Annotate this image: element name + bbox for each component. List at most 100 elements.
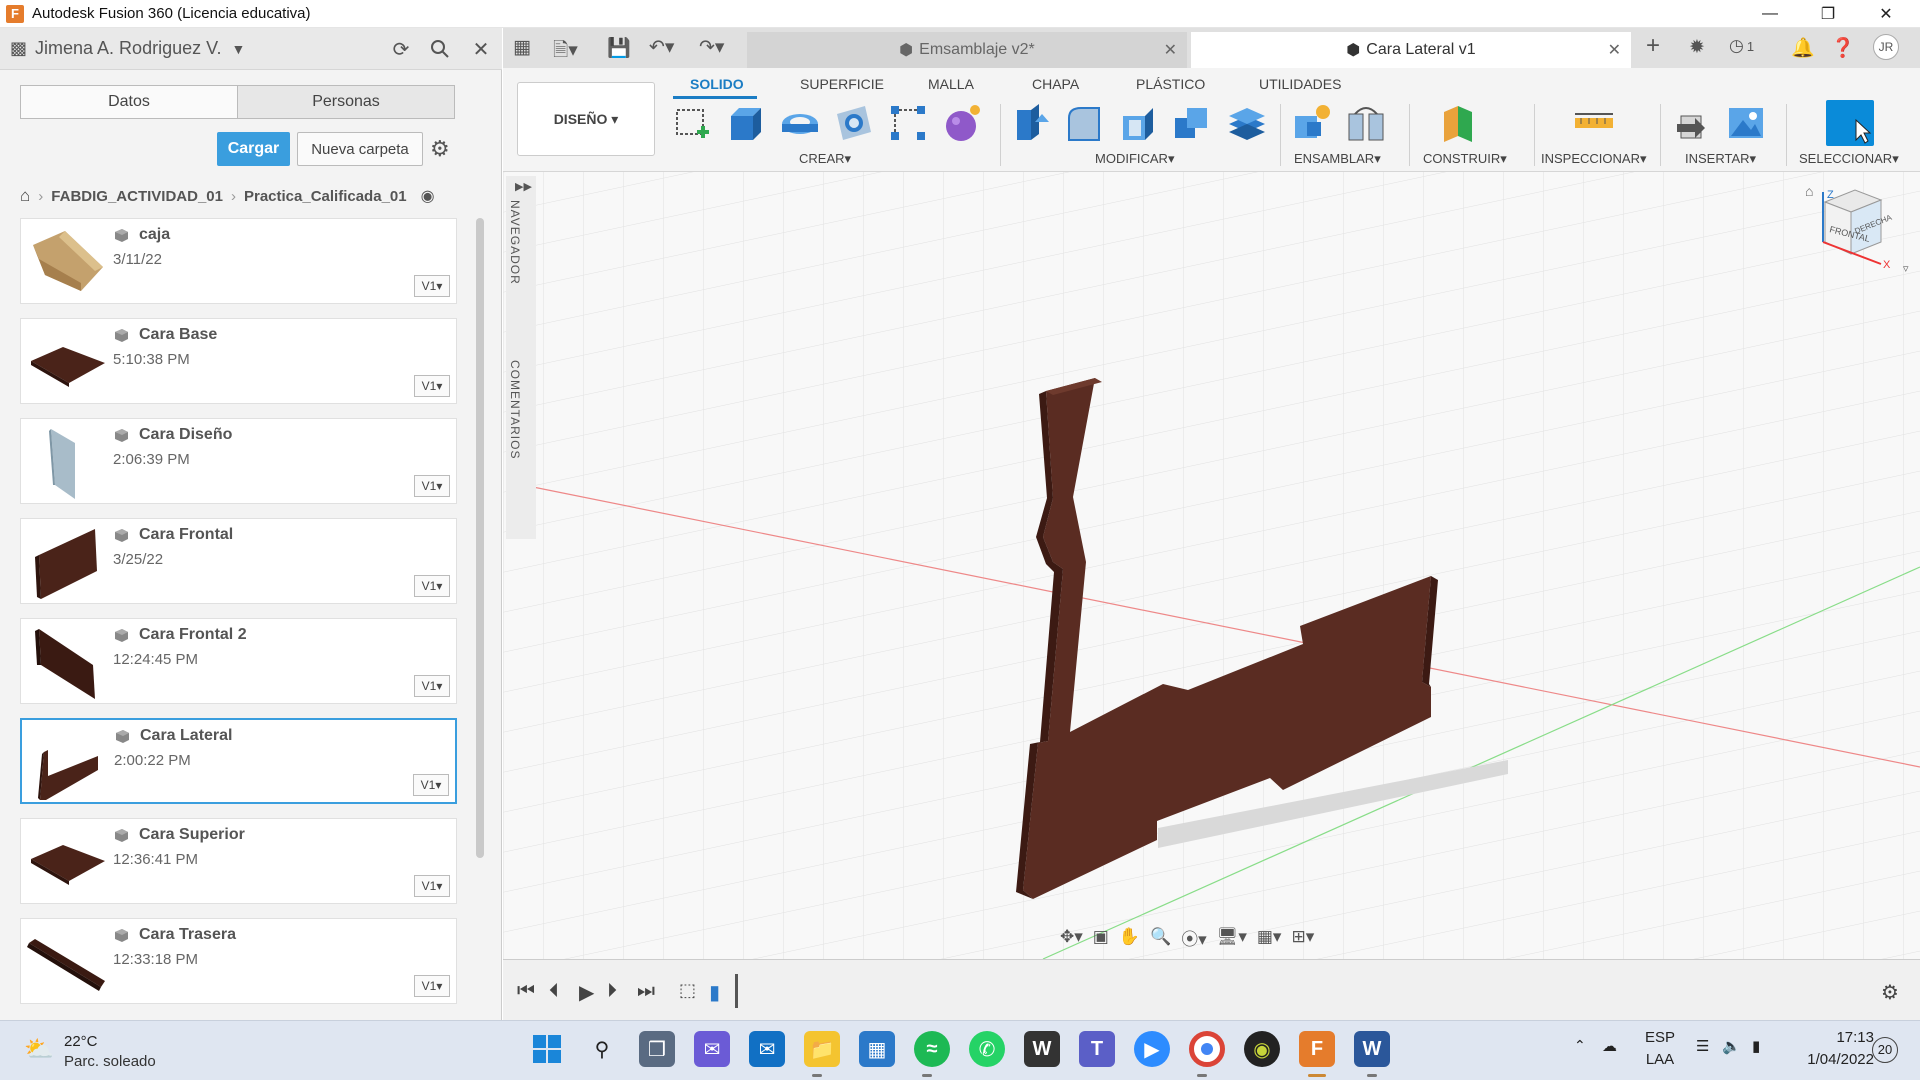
pan-icon[interactable]: ✋ [1119,927,1140,947]
file-card-caja[interactable]: caja 3/11/22 V1 ▾ [20,218,457,304]
share-globe-icon[interactable]: ◉ [421,186,435,206]
new-tab-icon[interactable]: + [1646,32,1660,60]
tab-plastico[interactable]: PLÁSTICO [1136,76,1205,92]
close-window-button[interactable]: ✕ [1858,0,1914,28]
home-view-icon[interactable]: ⌂ [1805,183,1813,199]
undo-icon[interactable]: ↶▾ [649,36,674,59]
go-to-end-icon[interactable]: ⏭ [637,980,655,1003]
whatsapp-icon[interactable]: ✆ [969,1031,1005,1067]
select-tool-button[interactable] [1826,100,1874,146]
save-icon[interactable]: 💾 [607,36,631,60]
file-card-cara-frontal-2[interactable]: Cara Frontal 2 12:24:45 PM V1 ▾ [20,618,457,704]
tab-emsamblaje[interactable]: ⬢ Emsamblaje v2* ✕ [747,32,1187,68]
timeline-marker[interactable] [735,974,738,1008]
offset-plane-icon[interactable] [1438,102,1480,144]
timeline-sketch-icon[interactable]: ⬚ [679,980,696,1001]
group-modificar[interactable]: MODIFICAR▾ [1095,151,1174,167]
clock-time[interactable]: 17:13 [1790,1029,1874,1046]
weather-icon[interactable]: ⛅ [24,1035,54,1064]
breadcrumb-project[interactable]: FABDIG_ACTIVIDAD_01 [51,188,223,205]
file-menu-icon[interactable]: 🗎▾ [553,36,578,68]
teams-icon[interactable]: T [1079,1031,1115,1067]
close-icon[interactable]: ✕ [468,36,494,62]
fusion-360-taskbar-icon[interactable]: F [1299,1031,1335,1067]
notification-count-badge[interactable]: 20 [1872,1037,1898,1063]
tab-malla[interactable]: MALLA [928,76,974,92]
input-language-sub[interactable]: LAA [1640,1051,1680,1068]
look-at-icon[interactable]: ▣ [1093,927,1109,947]
create-sketch-icon[interactable] [671,102,713,144]
redo-icon[interactable]: ↷▾ [699,36,724,59]
file-card-cara-frontal[interactable]: Cara Frontal 3/25/22 V1 ▾ [20,518,457,604]
fillet-icon[interactable] [1063,102,1105,144]
joint-icon[interactable] [1345,102,1387,144]
file-card-cara-lateral[interactable]: Cara Lateral 2:00:22 PM V1 ▾ [20,718,457,804]
job-status-icon[interactable]: ◷ 1 [1729,36,1754,56]
new-component-icon[interactable] [1291,102,1333,144]
restore-button[interactable]: ❐ [1800,0,1856,28]
notifications-icon[interactable]: 🔔 [1791,36,1815,60]
display-settings-icon[interactable]: 🖥▾ [1217,927,1247,947]
file-card-cara-base[interactable]: Cara Base 5:10:38 PM V1 ▾ [20,318,457,404]
go-to-start-icon[interactable]: ⏮ [517,980,535,1003]
battery-icon[interactable]: ▮ [1752,1037,1760,1055]
gear-icon[interactable]: ⚙ [430,136,450,162]
team-icon[interactable]: ▩ [10,38,27,59]
group-inspeccionar[interactable]: INSPECCIONAR▾ [1541,151,1647,167]
clock-date[interactable]: 1/04/2022 [1780,1051,1874,1068]
file-card-cara-trasera[interactable]: Cara Trasera 12:33:18 PM V1 ▾ [20,918,457,1004]
file-card-cara-superior[interactable]: Cara Superior 12:36:41 PM V1 ▾ [20,818,457,904]
version-dropdown[interactable]: V1 ▾ [414,475,450,497]
hole-icon[interactable] [833,102,875,144]
zoom-icon[interactable]: 🔍 [1150,927,1171,947]
model-canvas[interactable] [503,172,1920,959]
close-tab-icon[interactable]: ✕ [1164,40,1177,60]
group-construir[interactable]: CONSTRUIR▾ [1423,151,1507,167]
press-pull-icon[interactable] [1009,102,1051,144]
form-icon[interactable] [941,102,983,144]
refresh-icon[interactable]: ⟳ [388,36,414,62]
chat-icon[interactable]: ✉ [694,1031,730,1067]
input-language[interactable]: ESP [1640,1029,1680,1046]
version-dropdown[interactable]: V1 ▾ [414,675,450,697]
mail-icon[interactable]: ✉ [749,1031,785,1067]
side-browser-strip[interactable]: ▶▶ NAVEGADOR COMENTARIOS [506,176,536,539]
close-tab-icon[interactable]: ✕ [1608,40,1621,60]
3d-viewport[interactable]: FRONTAL DERECHA X Z ⌂ ▿ ✥▾ ▣ ✋ 🔍 ⦿▾ 🖥▾ ▦… [503,172,1920,959]
wifi-icon[interactable]: ☰ [1696,1037,1709,1055]
grid-settings-icon[interactable]: ▦▾ [1257,927,1282,947]
workspace-switcher[interactable]: DISEÑO ▾ [517,82,655,156]
shell-icon[interactable] [1117,102,1159,144]
version-dropdown[interactable]: V1 ▾ [413,774,449,796]
viewports-icon[interactable]: ⊞▾ [1291,927,1314,947]
revolve-icon[interactable] [779,102,821,144]
step-back-icon[interactable]: ⏴ [549,980,559,1003]
help-icon[interactable]: ❓ [1831,36,1855,60]
extrude-icon[interactable] [725,102,767,144]
version-dropdown[interactable]: V1 ▾ [414,975,450,997]
file-list-scrollbar[interactable] [476,218,484,858]
file-card-cara-diseno[interactable]: Cara Diseño 2:06:39 PM V1 ▾ [20,418,457,504]
app-icon[interactable]: ◉ [1244,1031,1280,1067]
zoom-icon[interactable]: ▶ [1134,1031,1170,1067]
chrome-icon[interactable] [1189,1031,1225,1067]
fit-icon[interactable]: ⦿▾ [1181,925,1207,950]
insert-derive-icon[interactable] [1673,102,1715,144]
upload-button[interactable]: Cargar [217,132,290,166]
group-seleccionar[interactable]: SELECCIONAR▾ [1799,151,1899,167]
home-icon[interactable]: ⌂ [20,186,30,206]
tab-datos[interactable]: Datos [21,86,237,118]
file-explorer-icon[interactable]: 📁 [804,1031,840,1067]
minimize-button[interactable]: — [1742,0,1798,28]
breadcrumb-folder[interactable]: Practica_Calificada_01 [244,188,407,205]
navegador-label[interactable]: NAVEGADOR [508,200,522,285]
insert-canvas-icon[interactable] [1725,102,1767,144]
new-folder-button[interactable]: Nueva carpeta [297,132,423,166]
tab-superficie[interactable]: SUPERFICIE [800,76,884,92]
pattern-icon[interactable] [887,102,929,144]
measure-icon[interactable] [1573,102,1615,144]
expand-browser-icon[interactable]: ▶▶ [515,180,532,193]
wattpad-icon[interactable]: W [1024,1031,1060,1067]
version-dropdown[interactable]: V1 ▾ [414,275,450,297]
tab-personas[interactable]: Personas [237,86,454,118]
